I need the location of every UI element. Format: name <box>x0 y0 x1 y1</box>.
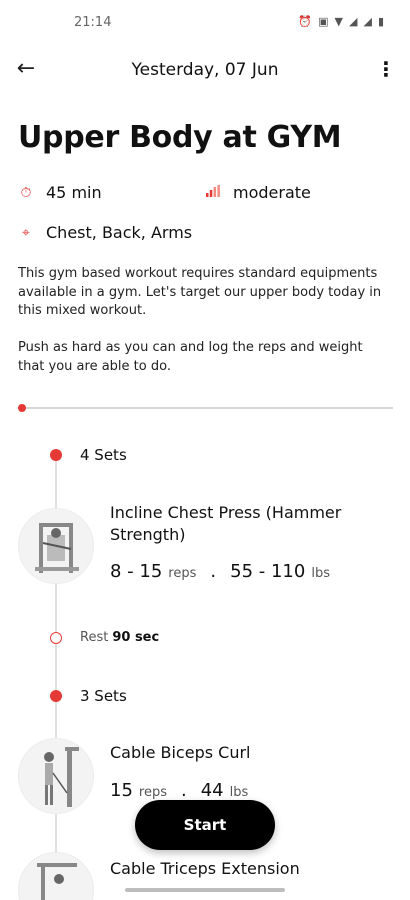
separator: . <box>181 780 187 801</box>
status-time: 21:14 <box>74 15 112 30</box>
app-bar: ← Yesterday, 07 Jun ⋮ <box>0 50 410 90</box>
target-icon: ⌖ <box>22 224 30 241</box>
exercise-name[interactable]: Cable Biceps Curl <box>110 742 380 764</box>
alarm-icon: ⏰ <box>298 15 313 28</box>
rest-label: Rest <box>80 630 109 645</box>
status-bar: 21:14 ⏰ ▣ ▼ ◢ ◢ ▮ <box>0 0 410 46</box>
status-icons: ⏰ ▣ ▼ ◢ ◢ ▮ <box>298 15 384 29</box>
separator: . <box>210 561 217 582</box>
set-marker <box>49 449 62 461</box>
exercise-image[interactable] <box>18 738 94 814</box>
exercise-image[interactable] <box>18 508 94 584</box>
description-paragraph-2: Push as hard as you can and log the reps… <box>18 340 363 374</box>
exercise-name[interactable]: Cable Triceps Extension <box>110 858 380 880</box>
page-title: Upper Body at GYM <box>18 120 342 155</box>
weight-value: 44 <box>200 780 224 801</box>
workout-progress <box>18 404 393 412</box>
more-vertical-icon: ⋮ <box>376 57 396 81</box>
reps-value: 15 <box>110 780 133 801</box>
exercise-stats: 15 reps . 44 lbs <box>110 780 248 801</box>
set-count: 3 Sets <box>80 687 127 705</box>
start-button[interactable]: Start <box>135 800 275 850</box>
rest-value: 90 sec <box>112 630 160 645</box>
battery-icon: ▮ <box>377 15 384 28</box>
more-options-button[interactable]: ⋮ <box>376 56 396 84</box>
wifi-icon: ▼ <box>334 15 343 28</box>
muscles-row: ⌖ Chest, Back, Arms <box>18 223 192 242</box>
duration-row: ⏱ 45 min <box>18 183 102 202</box>
signal-icon: ◢ <box>349 15 358 28</box>
set-count: 4 Sets <box>80 446 127 464</box>
set-marker <box>49 690 62 702</box>
exercise-stats: 8 - 15 reps . 55 - 110 lbs <box>110 561 330 582</box>
gallery-icon: ▣ <box>318 15 329 28</box>
timer-icon: ⏱ <box>20 184 32 201</box>
muscles-value: Chest, Back, Arms <box>46 223 193 242</box>
header-title: Yesterday, 07 Jun <box>131 60 279 80</box>
intensity-bars-icon <box>205 184 221 201</box>
weight-value: 55 - 110 <box>230 561 306 582</box>
rest-info: Rest 90 sec <box>80 630 159 645</box>
intensity-value: moderate <box>233 183 311 202</box>
signal-icon: ◢ <box>363 15 372 28</box>
reps-unit: reps <box>138 785 167 800</box>
exercise-image[interactable] <box>18 852 94 900</box>
reps-value: 8 - 15 <box>110 561 163 582</box>
rest-marker <box>49 632 62 644</box>
triceps-extension-illustration <box>37 863 77 900</box>
duration-value: 45 min <box>46 183 102 202</box>
chest-press-machine-illustration <box>35 523 79 573</box>
reps-unit: reps <box>168 566 197 581</box>
weight-unit: lbs <box>229 785 249 800</box>
home-indicator[interactable] <box>125 888 285 892</box>
weight-unit: lbs <box>311 566 330 581</box>
description-paragraph-1: This gym based workout requires standard… <box>18 266 382 318</box>
exercise-name[interactable]: Incline Chest Press (Hammer Strength) <box>110 502 380 546</box>
intensity-row: moderate <box>205 183 311 202</box>
cable-curl-illustration <box>44 747 79 807</box>
progress-track <box>18 407 393 409</box>
progress-indicator <box>18 404 26 412</box>
